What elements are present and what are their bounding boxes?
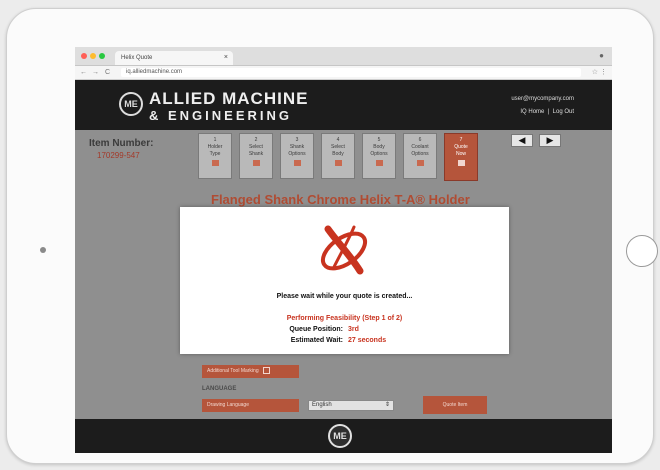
step-quote-now[interactable]: 7 Quote Now	[444, 133, 478, 181]
user-email: user@mycompany.com	[511, 96, 574, 102]
step-label-line1: Holder	[207, 144, 223, 150]
quote-progress-modal: Please wait while your quote is created.…	[180, 207, 509, 354]
step-label-line1: Coolant	[411, 144, 429, 150]
step-select-body[interactable]: 4 Select Body	[321, 133, 355, 179]
step-number: 2	[254, 137, 258, 143]
step-icon	[416, 160, 424, 166]
step-icon	[375, 160, 383, 166]
step-icon	[334, 160, 342, 166]
user-links: IQ Home | Log Out	[520, 109, 574, 115]
step-label-line1: Quote	[454, 144, 468, 150]
next-arrow-button[interactable]: ▶	[539, 134, 561, 147]
step-label-line2: Options	[370, 151, 388, 157]
step-number: 3	[295, 137, 299, 143]
chevron-updown-icon: ⇕	[384, 402, 390, 408]
additional-tool-marking-field[interactable]: Additional Tool Marking	[202, 365, 299, 378]
queue-position-label: Queue Position:	[289, 326, 343, 333]
additional-tool-marking-label: Additional Tool Marking	[207, 368, 259, 374]
browser-tab-bar: Helix Quote × ●	[75, 47, 612, 66]
wait-message: Please wait while your quote is created.…	[276, 293, 413, 300]
quote-item-button[interactable]: Quote Item	[423, 396, 487, 414]
maximize-window-dot[interactable]	[99, 53, 105, 59]
step-icon	[252, 160, 260, 166]
site-header: ME ALLIED MACHINE & ENGINEERING user@myc…	[75, 80, 612, 130]
browser-tab[interactable]: Helix Quote ×	[115, 51, 233, 65]
step-number: 6	[418, 137, 422, 143]
step-icon	[457, 160, 465, 166]
step-label-line1: Select	[331, 144, 345, 150]
step-label-line2: Body	[332, 151, 344, 157]
url-field[interactable]: iq.alliedmachine.com	[121, 68, 581, 77]
tab-title: Helix Quote	[121, 55, 153, 61]
step-label-line2: Options	[411, 151, 429, 157]
logout-link[interactable]: Log Out	[553, 109, 574, 115]
back-icon[interactable]: ←	[80, 66, 87, 79]
language-select[interactable]: English ⇕	[308, 400, 394, 411]
step-icon	[293, 160, 301, 166]
brand-name-line1: ALLIED MACHINE	[149, 89, 309, 108]
tablet-frame: Helix Quote × ● ← → C iq.alliedmachine.c…	[6, 8, 658, 464]
step-number: 7	[459, 137, 463, 143]
bookmark-star-icon[interactable]: ☆	[592, 66, 598, 79]
loading-spinner-icon	[320, 225, 368, 275]
minimize-window-dot[interactable]	[90, 53, 96, 59]
language-selected-value: English	[312, 402, 332, 408]
forward-icon[interactable]: →	[92, 66, 99, 79]
site-footer: ME	[75, 419, 612, 453]
browser-address-bar: ← → C iq.alliedmachine.com ☆ ⋮	[75, 66, 612, 80]
checkbox-icon	[263, 367, 270, 375]
browser-menu-icon[interactable]: ⋮	[600, 66, 607, 79]
step-number: 4	[336, 137, 340, 143]
estimated-wait-label: Estimated Wait:	[290, 337, 343, 344]
browser-profile-icon[interactable]: ●	[599, 51, 604, 60]
close-window-dot[interactable]	[81, 53, 87, 59]
queue-position-value: 3rd	[348, 326, 359, 333]
step-number: 1	[213, 137, 217, 143]
tab-close-icon[interactable]: ×	[224, 51, 228, 65]
item-number-value: 170299-547	[97, 151, 140, 160]
step-body-options[interactable]: 5 Body Options	[362, 133, 396, 179]
step-select-shank[interactable]: 2 Select Shank	[239, 133, 273, 179]
drawing-language-text: Drawing Language	[207, 402, 249, 408]
step-label-line2: Shank	[248, 151, 264, 157]
step-holder-type[interactable]: 1 Holder Type	[198, 133, 232, 179]
step-coolant-options[interactable]: 6 Coolant Options	[403, 133, 437, 179]
home-button[interactable]	[626, 235, 658, 267]
product-title: Flanged Shank Chrome Helix T-A® Holder	[211, 192, 470, 207]
tablet-screen: Helix Quote × ● ← → C iq.alliedmachine.c…	[75, 47, 612, 453]
step-shank-options[interactable]: 3 Shank Options	[280, 133, 314, 179]
step-icon	[211, 160, 219, 166]
drawing-language-label: Drawing Language	[202, 399, 299, 412]
url-text: iq.alliedmachine.com	[126, 69, 183, 75]
estimated-wait-value: 27 seconds	[348, 337, 387, 344]
front-camera	[40, 247, 46, 253]
link-separator: |	[547, 109, 550, 115]
feasibility-status: Performing Feasibility (Step 1 of 2)	[286, 315, 403, 322]
step-label-line2: Now	[455, 151, 466, 157]
iq-home-link[interactable]: IQ Home	[520, 109, 544, 115]
step-label-line2: Options	[288, 151, 306, 157]
reload-icon[interactable]: C	[105, 66, 110, 79]
step-number: 5	[377, 137, 381, 143]
brand-name-line2: & ENGINEERING	[149, 108, 293, 123]
company-logo-icon[interactable]: ME	[119, 92, 143, 116]
step-label-line1: Select	[249, 144, 263, 150]
prev-arrow-button[interactable]: ◀	[511, 134, 533, 147]
footer-logo-icon[interactable]: ME	[328, 424, 352, 448]
step-label-line1: Body	[373, 144, 385, 150]
step-label-line2: Type	[209, 151, 221, 157]
step-label-line1: Shank	[289, 144, 305, 150]
item-number-label: Item Number:	[89, 138, 154, 149]
language-heading: LANGUAGE	[202, 386, 237, 392]
